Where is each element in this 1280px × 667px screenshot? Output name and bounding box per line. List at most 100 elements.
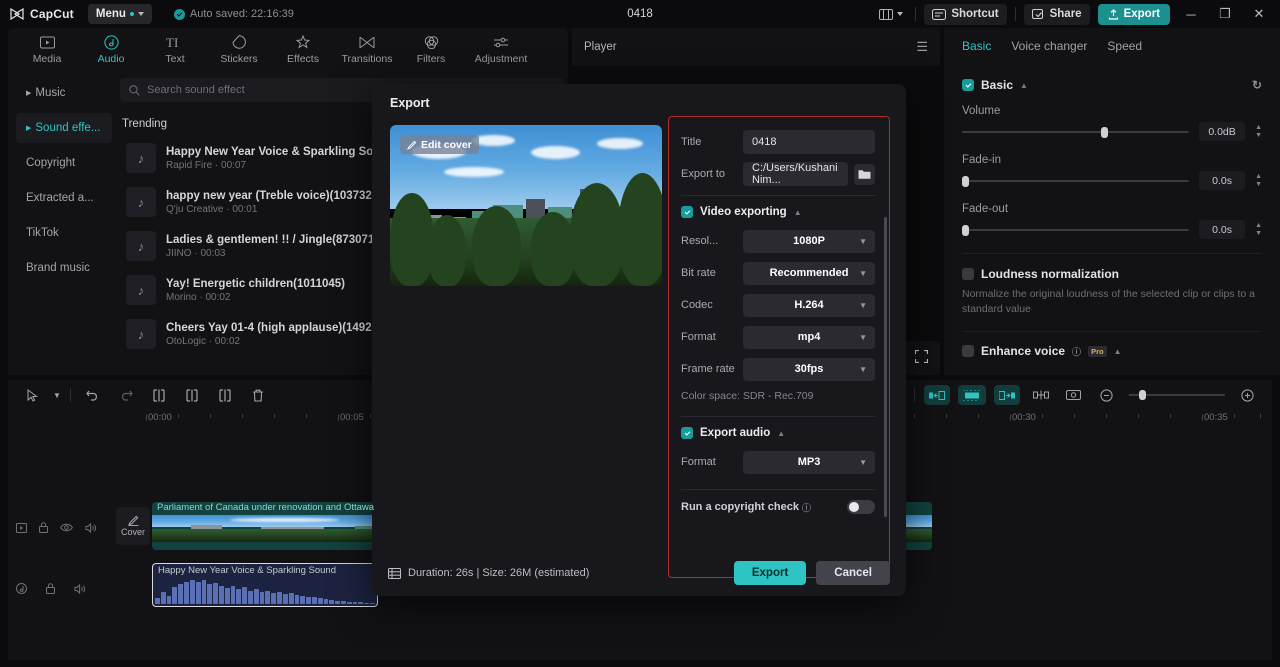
audio-clip[interactable]: Happy New Year Voice & Sparkling Sound	[152, 563, 378, 607]
player-header: Player ☰	[572, 28, 940, 66]
dialog-export-button[interactable]: Export	[733, 561, 807, 585]
keyframe-tool[interactable]	[958, 385, 986, 405]
tab-speed[interactable]: Speed	[1107, 39, 1142, 53]
fade-in-value[interactable]: 0.0s	[1199, 171, 1246, 190]
collapse-icon[interactable]: ▲	[1114, 347, 1122, 356]
cover-button[interactable]: Cover	[116, 507, 150, 545]
fade-in-knob[interactable]	[962, 175, 969, 187]
sidebar-item-brand-music[interactable]: Brand music	[16, 253, 112, 283]
list-item-subtitle: Q'ju Creative · 00:01	[166, 203, 258, 215]
help-icon[interactable]: ⓘ	[1072, 345, 1081, 358]
audio-track-icon[interactable]	[16, 583, 27, 597]
basic-checkbox[interactable]	[962, 79, 974, 91]
enhance-voice-label: Enhance voice	[981, 344, 1066, 359]
fade-in-stepper[interactable]: ▲ ▼	[1255, 173, 1262, 188]
delete-icon[interactable]	[241, 380, 274, 410]
audio-track-controls	[16, 583, 112, 597]
eye-icon[interactable]	[60, 523, 73, 535]
zoom-knob[interactable]	[1139, 390, 1146, 400]
share-button[interactable]: Share	[1023, 3, 1090, 25]
chevron-down-icon[interactable]: ▼	[49, 380, 65, 410]
keyframe-next-tool[interactable]	[994, 385, 1020, 405]
keyframe-prev-tool[interactable]	[924, 385, 950, 405]
tab-voice-changer[interactable]: Voice changer	[1011, 39, 1087, 53]
basic-section-header: Basic ▲ ↻	[962, 78, 1262, 92]
export-button[interactable]: Export	[1097, 3, 1170, 25]
lock-icon[interactable]	[39, 522, 48, 536]
sidebar-item-extracted-audio[interactable]: Extracted a...	[16, 183, 112, 213]
tab-media[interactable]: Media	[16, 34, 78, 65]
bitrate-select[interactable]: Recommended ▼	[743, 261, 875, 285]
collapse-icon[interactable]: ▲	[777, 429, 785, 438]
codec-select[interactable]: H.264 ▼	[743, 293, 875, 317]
volume-value[interactable]: 0.0dB	[1199, 122, 1246, 141]
divider	[681, 195, 875, 196]
fade-out-knob[interactable]	[962, 224, 969, 236]
collapse-icon[interactable]: ▲	[794, 208, 802, 217]
close-button[interactable]: ✕	[1246, 1, 1272, 27]
fade-out-stepper[interactable]: ▲ ▼	[1255, 222, 1262, 237]
tab-text[interactable]: TI Text	[144, 34, 206, 65]
fade-out-slider[interactable]	[962, 224, 1190, 236]
resolution-select[interactable]: 1080P ▼	[743, 229, 875, 253]
tab-transitions[interactable]: Transitions	[336, 34, 398, 65]
tab-stickers[interactable]: Stickers	[208, 34, 270, 65]
tab-filters[interactable]: Filters	[400, 34, 462, 65]
sidebar-item-sound-effects[interactable]: ▶ Sound effe...	[16, 113, 112, 143]
lock-icon[interactable]	[46, 583, 55, 597]
loudness-checkbox[interactable]	[962, 268, 974, 280]
redo-icon[interactable]	[109, 380, 142, 410]
volume-icon[interactable]	[85, 522, 97, 536]
volume-slider[interactable]	[962, 126, 1190, 138]
layout-button[interactable]	[875, 8, 907, 20]
fade-in-slider[interactable]	[962, 175, 1190, 187]
tab-audio[interactable]: Audio	[80, 34, 142, 65]
zoom-out-icon[interactable]	[1090, 380, 1123, 410]
tab-basic[interactable]: Basic	[962, 39, 991, 53]
settings-scrollbar[interactable]	[884, 217, 887, 517]
resolution-value: 1080P	[793, 235, 825, 247]
framerate-select[interactable]: 30fps ▼	[743, 357, 875, 381]
collapse-icon[interactable]: ▲	[1020, 81, 1028, 90]
enhance-voice-checkbox[interactable]	[962, 345, 974, 358]
volume-stepper[interactable]: ▲ ▼	[1255, 124, 1262, 139]
video-exporting-checkbox[interactable]	[681, 206, 693, 218]
split-icon[interactable]	[142, 380, 175, 410]
volume-knob[interactable]	[1100, 126, 1108, 138]
trim-left-icon[interactable]	[175, 380, 208, 410]
volume-icon[interactable]	[74, 583, 86, 597]
shortcut-button[interactable]: Shortcut	[924, 3, 1007, 25]
folder-icon[interactable]	[854, 163, 875, 185]
hamburger-icon[interactable]: ☰	[916, 39, 928, 55]
mirror-icon[interactable]	[1024, 380, 1057, 410]
export-path-input[interactable]: C:/Users/Kushani Nim...	[743, 162, 848, 186]
dialog-cancel-button[interactable]: Cancel	[816, 561, 890, 585]
snapshot-icon[interactable]	[1057, 380, 1090, 410]
reset-icon[interactable]: ↻	[1252, 78, 1262, 92]
sidebar-item-music[interactable]: ▶ Music	[16, 78, 112, 108]
tab-adjustment[interactable]: Adjustment	[464, 34, 538, 65]
select-arrow-icon[interactable]	[16, 380, 49, 410]
export-audio-checkbox[interactable]	[681, 427, 693, 439]
edit-cover-button[interactable]: Edit cover	[400, 135, 479, 154]
basic-label: Basic	[981, 78, 1014, 92]
format-select[interactable]: mp4 ▼	[743, 325, 875, 349]
zoom-in-icon[interactable]	[1231, 380, 1264, 410]
maximize-button[interactable]: ❐	[1212, 1, 1238, 27]
trim-right-icon[interactable]	[208, 380, 241, 410]
cover-preview[interactable]: Edit cover	[390, 125, 662, 286]
fade-out-value[interactable]: 0.0s	[1199, 220, 1246, 239]
sidebar-item-tiktok[interactable]: TikTok	[16, 218, 112, 248]
zoom-slider[interactable]	[1129, 390, 1225, 400]
undo-icon[interactable]	[76, 380, 109, 410]
audio-format-select[interactable]: MP3 ▼	[743, 450, 875, 474]
video-track-icon[interactable]	[16, 522, 27, 536]
title-input[interactable]: 0418	[743, 130, 875, 154]
fullscreen-icon[interactable]	[914, 349, 929, 366]
menu-button[interactable]: Menu	[87, 4, 152, 24]
tab-effects[interactable]: Effects	[272, 34, 334, 65]
sidebar-item-copyright[interactable]: Copyright	[16, 148, 112, 178]
bitrate-value: Recommended	[769, 267, 849, 279]
minimize-button[interactable]: ─	[1178, 1, 1204, 27]
loudness-label: Loudness normalization	[981, 267, 1120, 281]
